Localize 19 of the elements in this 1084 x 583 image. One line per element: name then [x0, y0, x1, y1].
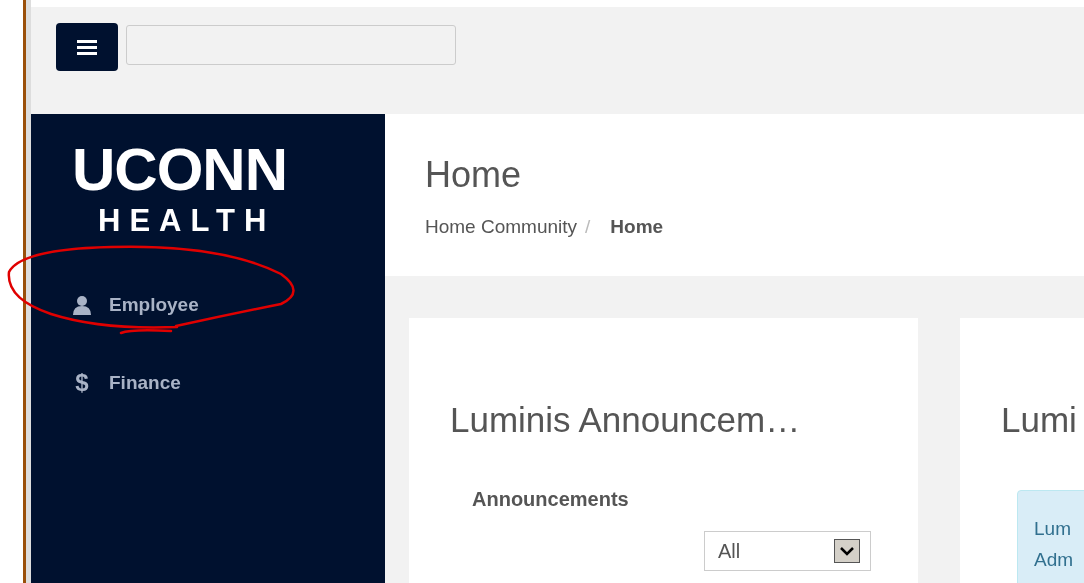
- filter-dropdown[interactable]: All: [704, 531, 871, 571]
- logo: UCONN HEALTH: [72, 138, 287, 240]
- breadcrumb-separator: /: [585, 216, 591, 238]
- caret-icon: [834, 539, 860, 563]
- card-title: Lumi: [1001, 400, 1078, 440]
- card-title: Luminis Announcem…: [450, 400, 802, 440]
- person-icon: [72, 295, 92, 315]
- section-heading: Announcements: [472, 488, 630, 511]
- breadcrumb-link[interactable]: Home Community: [425, 216, 578, 238]
- dollar-icon: $: [72, 369, 92, 397]
- info-text: Lum: [1034, 517, 1072, 541]
- sidebar-item[interactable]: Employee: [72, 294, 199, 316]
- info-text: Adm: [1034, 548, 1075, 572]
- search-field[interactable]: [126, 25, 456, 65]
- sidebar-item[interactable]: $ Finance: [72, 369, 181, 397]
- breadcrumb-current: Home: [610, 216, 664, 238]
- page-title: Home: [425, 154, 523, 196]
- menu-icon: [77, 39, 97, 55]
- menu-button[interactable]: [56, 23, 118, 71]
